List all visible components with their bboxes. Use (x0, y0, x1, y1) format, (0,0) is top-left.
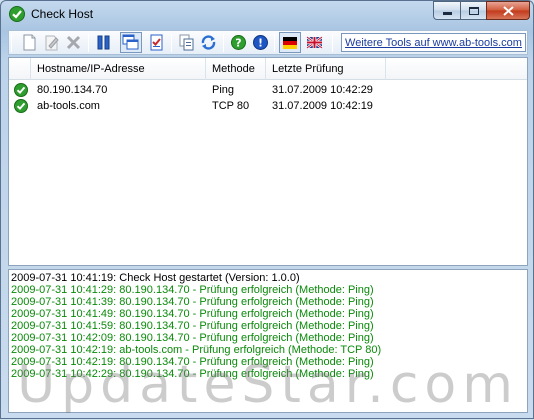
svg-text:!: ! (258, 37, 263, 50)
method-cell: TCP 80 (212, 100, 250, 112)
title-bar[interactable]: Check Host (1, 1, 533, 27)
help-icon[interactable]: ? (230, 34, 247, 51)
app-window: Check Host ? ! Weitere Tools auf www.ab-… (0, 0, 534, 419)
refresh-icon[interactable] (200, 34, 217, 51)
list-header: Hostname/IP-Adresse Methode Letzte Prüfu… (9, 58, 527, 80)
windows-icon (122, 34, 139, 50)
host-cell: 80.190.134.70 (37, 84, 108, 96)
host-cell: ab-tools.com (37, 100, 100, 112)
table-row[interactable]: 80.190.134.70 Ping 31.07.2009 10:42:29 (9, 82, 527, 98)
toolbar-separator (274, 34, 275, 52)
log-panel[interactable]: 2009-07-31 10:41:19: Check Host gestarte… (8, 269, 528, 413)
toolbar-separator (223, 34, 224, 52)
maximize-button[interactable] (460, 1, 487, 20)
flag-uk-icon[interactable] (306, 34, 323, 51)
minimize-icon (442, 12, 452, 15)
close-icon (502, 5, 514, 16)
edit-icon[interactable] (43, 34, 60, 51)
toolbar-separator (171, 34, 172, 52)
table-row[interactable]: ab-tools.com TCP 80 31.07.2009 10:42:19 (9, 98, 527, 114)
toolbar-grip (11, 34, 12, 52)
toolbar-separator (332, 34, 333, 52)
toolbar-separator (88, 34, 89, 52)
delete-icon[interactable] (65, 34, 82, 51)
language-german-button[interactable] (279, 32, 301, 53)
flag-germany-icon (283, 37, 297, 49)
toolbar: ? ! Weitere Tools auf www.ab-tools.com (8, 30, 528, 55)
close-button[interactable] (486, 1, 530, 20)
minimize-button[interactable] (433, 1, 461, 20)
log-line: 2009-07-31 10:42:19: ab-tools.com - Prüf… (11, 344, 382, 356)
copy-icon[interactable] (178, 34, 195, 51)
last-check-cell: 31.07.2009 10:42:29 (272, 84, 373, 96)
check-icon (14, 99, 28, 113)
log-line: 2009-07-31 10:42:09: 80.190.134.70 - Prü… (11, 332, 374, 344)
column-hostname[interactable]: Hostname/IP-Adresse (31, 58, 206, 80)
more-tools-link[interactable]: Weitere Tools auf www.ab-tools.com (341, 33, 526, 52)
host-list[interactable]: Hostname/IP-Adresse Methode Letzte Prüfu… (8, 57, 528, 266)
log-line: 2009-07-31 10:41:19: Check Host gestarte… (11, 272, 300, 284)
window-title: Check Host (31, 7, 94, 21)
checklist-icon[interactable] (148, 34, 165, 51)
log-line: 2009-07-31 10:42:19: 80.190.134.70 - Prü… (11, 356, 374, 368)
column-last-check[interactable]: Letzte Prüfung (266, 58, 386, 80)
check-icon (9, 6, 25, 22)
column-status[interactable] (9, 58, 31, 80)
maximize-icon (468, 6, 479, 15)
svg-text:?: ? (235, 37, 241, 50)
windows-button[interactable] (120, 32, 142, 53)
new-icon[interactable] (21, 34, 38, 51)
check-icon (14, 83, 28, 97)
log-line: 2009-07-31 10:41:29: 80.190.134.70 - Prü… (11, 284, 374, 296)
method-cell: Ping (212, 84, 235, 96)
log-line: 2009-07-31 10:42:29: 80.190.134.70 - Prü… (11, 368, 374, 380)
info-icon[interactable]: ! (252, 34, 269, 51)
last-check-cell: 31.07.2009 10:42:19 (272, 100, 373, 112)
pause-icon[interactable] (95, 34, 112, 51)
log-line: 2009-07-31 10:41:39: 80.190.134.70 - Prü… (11, 296, 374, 308)
log-line: 2009-07-31 10:41:59: 80.190.134.70 - Prü… (11, 320, 374, 332)
column-method[interactable]: Methode (206, 58, 266, 80)
log-line: 2009-07-31 10:41:49: 80.190.134.70 - Prü… (11, 308, 374, 320)
